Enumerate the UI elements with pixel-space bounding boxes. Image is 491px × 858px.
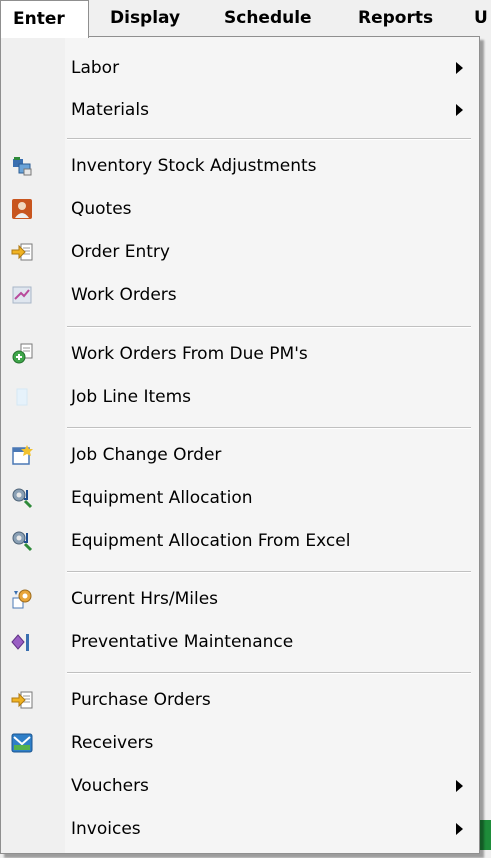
- menu-item-label: Vouchers: [71, 776, 149, 796]
- menu-enter[interactable]: Enter: [0, 0, 89, 38]
- menu-item-label: Current Hrs/Miles: [71, 589, 219, 609]
- menu-item-label: Purchase Orders: [71, 690, 211, 710]
- receivers-icon: [11, 733, 33, 753]
- quotes-icon: [12, 199, 32, 219]
- menu-separator: [67, 138, 471, 140]
- work-orders-pm-icon: [12, 343, 33, 364]
- menu-item-inventory-stock-adjustments[interactable]: Inventory Stock Adjustments: [1, 146, 479, 186]
- menu-separator: [67, 571, 471, 573]
- menu-item-materials[interactable]: Materials: [1, 90, 479, 130]
- menu-item-preventative-maintenance[interactable]: Preventative Maintenance: [1, 622, 479, 662]
- menu-item-work-orders-from-due-pms[interactable]: Work Orders From Due PM's: [1, 334, 479, 374]
- menu-item-quotes[interactable]: Quotes: [1, 189, 479, 229]
- menu-item-label: Labor: [71, 58, 120, 78]
- menu-item-purchase-orders[interactable]: Purchase Orders: [1, 680, 479, 720]
- submenu-arrow-icon: [456, 62, 463, 74]
- job-line-items-icon: [16, 388, 28, 406]
- menu-item-job-line-items[interactable]: Job Line Items: [1, 377, 479, 417]
- equipment-allocation-icon: [12, 488, 33, 509]
- submenu-arrow-icon: [456, 780, 463, 792]
- menu-item-label: Job Change Order: [71, 445, 222, 465]
- menu-item-label: Preventative Maintenance: [71, 632, 294, 652]
- menu-item-label: Job Line Items: [71, 387, 191, 407]
- menu-item-label: Quotes: [71, 199, 132, 219]
- enter-dropdown-menu: Labor Materials Inventory Stock Adjustme…: [0, 36, 480, 854]
- menu-separator: [67, 427, 471, 429]
- menu-item-equipment-allocation[interactable]: Equipment Allocation: [1, 478, 479, 518]
- menu-item-job-change-order[interactable]: Job Change Order: [1, 435, 479, 475]
- menu-item-current-hrs-miles[interactable]: Current Hrs/Miles: [1, 579, 479, 619]
- menu-item-equipment-allocation-from-excel[interactable]: Equipment Allocation From Excel: [1, 521, 479, 561]
- menu-separator: [67, 326, 471, 328]
- menu-item-invoices[interactable]: Invoices: [1, 809, 479, 849]
- menu-item-label: Inventory Stock Adjustments: [71, 156, 317, 176]
- menu-item-work-orders[interactable]: Work Orders: [1, 275, 479, 315]
- submenu-arrow-icon: [456, 823, 463, 835]
- menu-u[interactable]: U: [462, 0, 491, 37]
- menu-item-receivers[interactable]: Receivers: [1, 723, 479, 763]
- preventative-maintenance-icon: [11, 634, 29, 651]
- menu-item-label: Equipment Allocation: [71, 488, 253, 508]
- menu-separator: [67, 672, 471, 674]
- menu-bar: Enter Display Schedule Reports U: [0, 0, 491, 38]
- menu-item-label: Work Orders From Due PM's: [71, 344, 308, 364]
- menu-item-label: Order Entry: [71, 242, 170, 262]
- menu-item-label: Work Orders: [71, 285, 177, 305]
- current-hrs-miles-icon: [12, 589, 32, 609]
- purchase-orders-icon: [11, 691, 33, 709]
- submenu-arrow-icon: [456, 104, 463, 116]
- menu-item-label: Equipment Allocation From Excel: [71, 531, 351, 551]
- menu-item-vouchers[interactable]: Vouchers: [1, 766, 479, 806]
- menu-item-order-entry[interactable]: Order Entry: [1, 232, 479, 272]
- inventory-adjust-icon: [13, 157, 32, 176]
- order-entry-icon: [11, 243, 33, 261]
- equipment-allocation-excel-icon: [12, 531, 33, 552]
- menu-item-labor[interactable]: Labor: [1, 48, 479, 88]
- menu-item-label: Materials: [71, 100, 149, 120]
- menu-display[interactable]: Display: [98, 0, 192, 37]
- menu-schedule[interactable]: Schedule: [212, 0, 324, 37]
- job-change-order-icon: [12, 445, 33, 465]
- menu-item-label: Invoices: [71, 819, 141, 839]
- menu-item-label: Receivers: [71, 733, 154, 753]
- background-window-edge: [480, 820, 491, 850]
- work-orders-icon: [12, 286, 32, 304]
- menu-reports[interactable]: Reports: [346, 0, 445, 37]
